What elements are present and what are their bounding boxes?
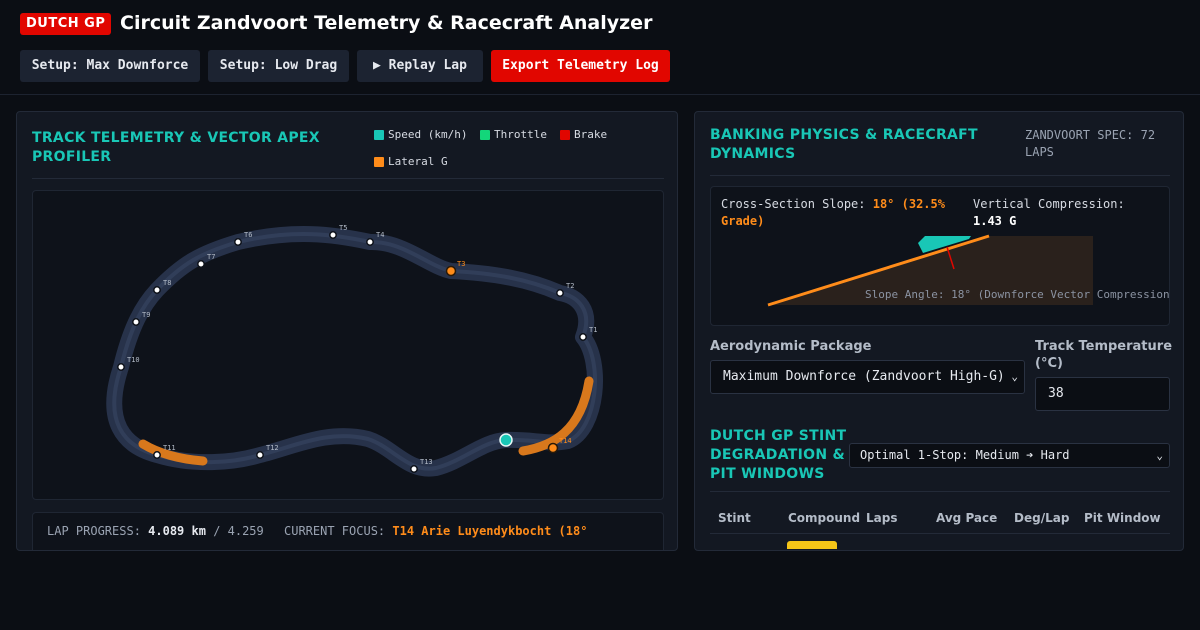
turn-marker-t11[interactable] [153, 451, 161, 459]
legend-brake: Brake [560, 128, 607, 142]
aero-package-value: Maximum Downforce (Zandvoort High-G) [723, 369, 1005, 384]
turn-label-t9: T9 [142, 311, 150, 319]
turn-marker-t10[interactable] [117, 363, 125, 371]
turn-marker-t9[interactable] [132, 318, 140, 326]
col-deg-lap: Deg/Lap [1014, 511, 1070, 525]
chevron-down-icon: ⌄ [1156, 449, 1163, 462]
legend-throttle: Throttle [480, 128, 547, 142]
track-temp-label: Track Temperature (°C) [1035, 339, 1173, 371]
stint-divider [710, 491, 1170, 492]
strategy-select[interactable]: Optimal 1-Stop: Medium ➔ Hard ⌄ [849, 443, 1170, 468]
legend-throttle-label: Throttle [494, 128, 547, 141]
col-stint: Stint [718, 511, 751, 525]
turn-marker-t1[interactable] [579, 333, 587, 341]
turn-label-t7: T7 [207, 253, 215, 261]
col-laps: Laps [866, 511, 898, 525]
track-temp-value: 38 [1048, 386, 1064, 401]
compound-chip [787, 541, 837, 549]
col-compound: Compound [788, 511, 861, 525]
turn-label-t11: T11 [163, 444, 176, 452]
current-focus-label: CURRENT FOCUS: [284, 524, 386, 538]
turn-marker-t3[interactable] [445, 265, 457, 277]
turn-label-t6: T6 [244, 231, 252, 239]
circuit-outline [106, 226, 603, 477]
turn-marker-t4[interactable] [366, 238, 374, 246]
app-header: DUTCH GP Circuit Zandvoort Telemetry & R… [0, 0, 1200, 95]
banking-cross-section: Cross-Section Slope: 18° (32.5% Grade) V… [710, 186, 1170, 326]
turn-label-t10: T10 [127, 356, 140, 364]
slope-caption: Slope Angle: 18° (Downforce Vector Compr… [865, 288, 1170, 301]
car-position-marker [499, 433, 513, 447]
lap-status-bar: LAP PROGRESS: 4.089 km / 4.259 CURRENT F… [32, 512, 664, 550]
turn-label-t2: T2 [566, 282, 574, 290]
banking-physics-panel: BANKING PHYSICS & RACECRAFT DYNAMICS ZAN… [694, 111, 1184, 551]
turn-marker-t14[interactable] [547, 442, 559, 454]
turn-marker-t7[interactable] [197, 260, 205, 268]
legend-speed: Speed (km/h) [374, 128, 467, 142]
replay-lap-button[interactable]: ▶ Replay Lap [357, 50, 483, 82]
turn-marker-t2[interactable] [556, 289, 564, 297]
export-telemetry-button[interactable]: Export Telemetry Log [491, 50, 670, 82]
turn-label-t1: T1 [589, 326, 597, 334]
banking-diagram: Slope Angle: 18° (Downforce Vector Compr… [767, 234, 1170, 307]
turn-marker-t5[interactable] [329, 231, 337, 239]
legend-lateral-g: Lateral G [374, 155, 448, 169]
turn-label-t5: T5 [339, 224, 347, 232]
legend-speed-swatch [374, 130, 384, 140]
current-focus-value: T14 Arie Luyendykbocht (18° [392, 524, 588, 538]
legend-brake-swatch [560, 130, 570, 140]
lap-progress: LAP PROGRESS: 4.089 km / 4.259 [47, 523, 264, 540]
turn-label-t12: T12 [266, 444, 279, 452]
table-header-divider [710, 533, 1170, 534]
setup-low-drag-button[interactable]: Setup: Low Drag [208, 50, 349, 82]
track-map-svg: T1 T2 T3 T4 T5 T6 T7 T8 T9 T10 T11 T12 T13 T14 [106, 224, 603, 477]
col-avg-pace: Avg Pace [936, 511, 998, 525]
track-telemetry-panel: TRACK TELEMETRY & VECTOR APEX PROFILER S… [16, 111, 678, 551]
aero-package-select[interactable]: Maximum Downforce (Zandvoort High-G) ⌄ [710, 360, 1025, 394]
current-focus: CURRENT FOCUS: T14 Arie Luyendykbocht (1… [284, 523, 587, 540]
banking-panel-title: BANKING PHYSICS & RACECRAFT DYNAMICS [710, 127, 978, 162]
setup-max-downforce-button[interactable]: Setup: Max Downforce [20, 50, 200, 82]
legend-lateral-g-label: Lateral G [388, 155, 448, 168]
lap-progress-total: / 4.259 [213, 524, 264, 538]
legend-lateral-g-swatch [374, 157, 384, 167]
panel-divider [32, 178, 664, 179]
race-spec: ZANDVOORT SPEC: 72 LAPS [1025, 128, 1156, 159]
turn-marker-t13[interactable] [410, 465, 418, 473]
legend-speed-label: Speed (km/h) [388, 128, 468, 141]
col-pit-window: Pit Window [1084, 511, 1161, 525]
turn-label-t14: T14 [559, 437, 572, 445]
track-temp-input[interactable]: 38 [1035, 377, 1170, 411]
app-title: Circuit Zandvoort Telemetry & Racecraft … [120, 12, 653, 34]
strategy-value: Optimal 1-Stop: Medium ➔ Hard [860, 448, 1070, 462]
turn-marker-t6[interactable] [234, 238, 242, 246]
panel-divider [710, 175, 1170, 176]
turn-label-t4: T4 [376, 231, 384, 239]
turn-marker-t12[interactable] [256, 451, 264, 459]
track-map[interactable]: T1 T2 T3 T4 T5 T6 T7 T8 T9 T10 T11 T12 T13 T14 [32, 190, 664, 500]
event-badge: DUTCH GP [20, 13, 112, 35]
legend-brake-label: Brake [574, 128, 608, 141]
turn-label-t13: T13 [420, 458, 433, 466]
turn-label-t3: T3 [457, 260, 465, 268]
lap-progress-value: 4.089 km [148, 524, 206, 538]
legend-throttle-swatch [480, 130, 490, 140]
lap-progress-label: LAP PROGRESS: [47, 524, 141, 538]
turn-marker-t8[interactable] [153, 286, 161, 294]
aero-package-label: Aerodynamic Package [710, 339, 872, 354]
chevron-down-icon: ⌄ [1011, 370, 1018, 383]
stint-title: DUTCH GP STINT DEGRADATION & PIT WINDOWS [710, 428, 847, 482]
track-panel-title: TRACK TELEMETRY & VECTOR APEX PROFILER [32, 130, 320, 165]
turn-label-t8: T8 [163, 279, 171, 287]
